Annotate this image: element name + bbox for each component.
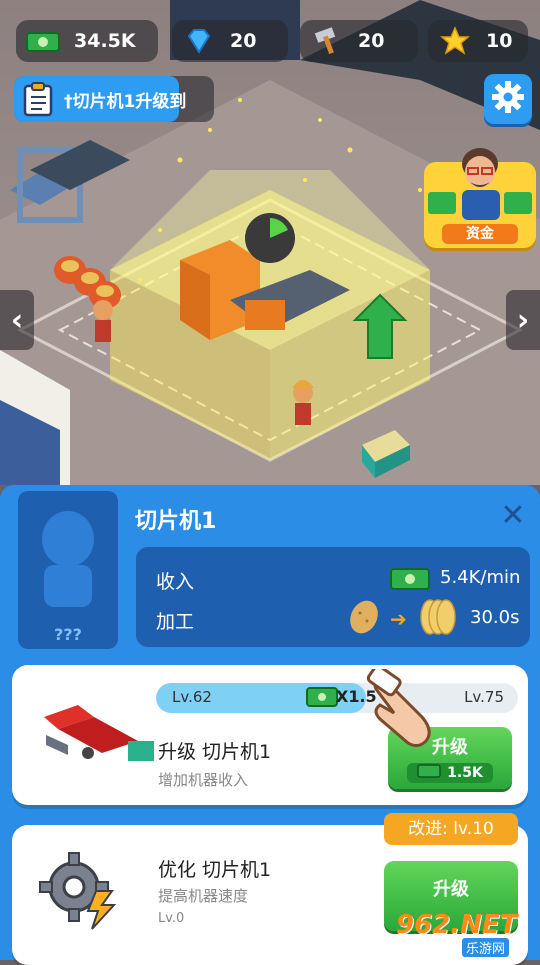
settings-button[interactable] (484, 74, 532, 124)
tutorial-hand-icon (364, 664, 448, 757)
stats-box: 收入 5.4K/min 加工 ➔ 30.0s (136, 547, 530, 647)
cash-pile-icon (428, 192, 456, 214)
game-scene[interactable]: 34.5K 20 20 10 †切片机1升级到 资金 ‹ › (0, 0, 540, 485)
upgrade-cost: 1.5K (447, 765, 483, 781)
close-button[interactable]: ✕ (496, 499, 530, 533)
machine-portrait: ??? (18, 491, 118, 649)
chevron-right-icon: › (516, 302, 530, 338)
optimize-subtitle: 提高机器速度 (158, 887, 249, 905)
cash-counter: 34.5K (16, 20, 158, 62)
chips-icon (418, 595, 462, 641)
hammer-counter: 20 (300, 20, 418, 62)
slicer-machine-icon (38, 695, 158, 779)
gem-value: 20 (230, 30, 257, 52)
star-counter: 10 (428, 20, 528, 62)
machine-info-panel: ??? 切片机1 ✕ 收入 5.4K/min 加工 ➔ 30.0s Lv.62 … (0, 485, 540, 965)
quest-banner[interactable]: †切片机1升级到 (14, 76, 214, 122)
arrow-right-icon: ➔ (390, 607, 407, 631)
level-current: Lv.62 (172, 688, 212, 706)
cash-pile-icon (504, 192, 532, 214)
potato-icon (346, 597, 382, 641)
scroll-right-button[interactable]: › (506, 290, 540, 350)
optimize-title: 优化 切片机1 (158, 859, 272, 881)
cash-icon (306, 685, 338, 713)
close-icon: ✕ (500, 498, 526, 533)
star-icon (436, 26, 474, 55)
cash-icon (417, 763, 441, 783)
income-label: 收入 (156, 571, 195, 593)
watermark-brand: 962.NET (396, 910, 518, 940)
watermark-sub: 乐游网 (462, 938, 510, 957)
chevron-left-icon: ‹ (10, 302, 24, 338)
silhouette-icon (42, 511, 94, 607)
diamond-icon (180, 27, 218, 55)
scroll-left-button[interactable]: ‹ (0, 290, 34, 350)
hammer-icon (308, 27, 346, 55)
manager-label: 资金 (442, 224, 518, 244)
process-label: 加工 (156, 611, 195, 633)
portrait-label: ??? (54, 625, 82, 644)
quest-text: †切片机1升级到 (64, 92, 187, 112)
optimize-button-label: 升级 (433, 879, 469, 900)
manager-funds-button[interactable]: 资金 (424, 148, 536, 248)
gear-lightning-icon (36, 847, 120, 935)
star-value: 10 (486, 30, 513, 52)
cash-icon (24, 27, 62, 55)
upgrade-title: 升级 切片机1 (158, 741, 272, 763)
upgrade-card: Lv.62 Lv.75 X1.5 升级 切片机1 增加机器收入 升级 1.5K (12, 664, 528, 805)
clipboard-icon (20, 81, 56, 117)
income-value: 5.4K/min (440, 567, 521, 588)
improve-badge: 改进: lv.10 (384, 813, 518, 845)
optimize-level: Lv.0 (158, 911, 185, 926)
manager-avatar (454, 142, 506, 220)
gem-counter: 20 (172, 20, 288, 62)
upgrade-subtitle: 增加机器收入 (158, 771, 249, 789)
level-target: Lv.75 (464, 688, 504, 706)
watermark-logo: 962.NET 乐游网 (396, 910, 536, 958)
machine-title: 切片机1 (135, 509, 217, 534)
cash-icon (390, 565, 430, 595)
gear-icon (491, 80, 525, 118)
process-time: 30.0s (470, 607, 520, 628)
hammer-value: 20 (358, 30, 385, 52)
cash-value: 34.5K (74, 30, 136, 52)
